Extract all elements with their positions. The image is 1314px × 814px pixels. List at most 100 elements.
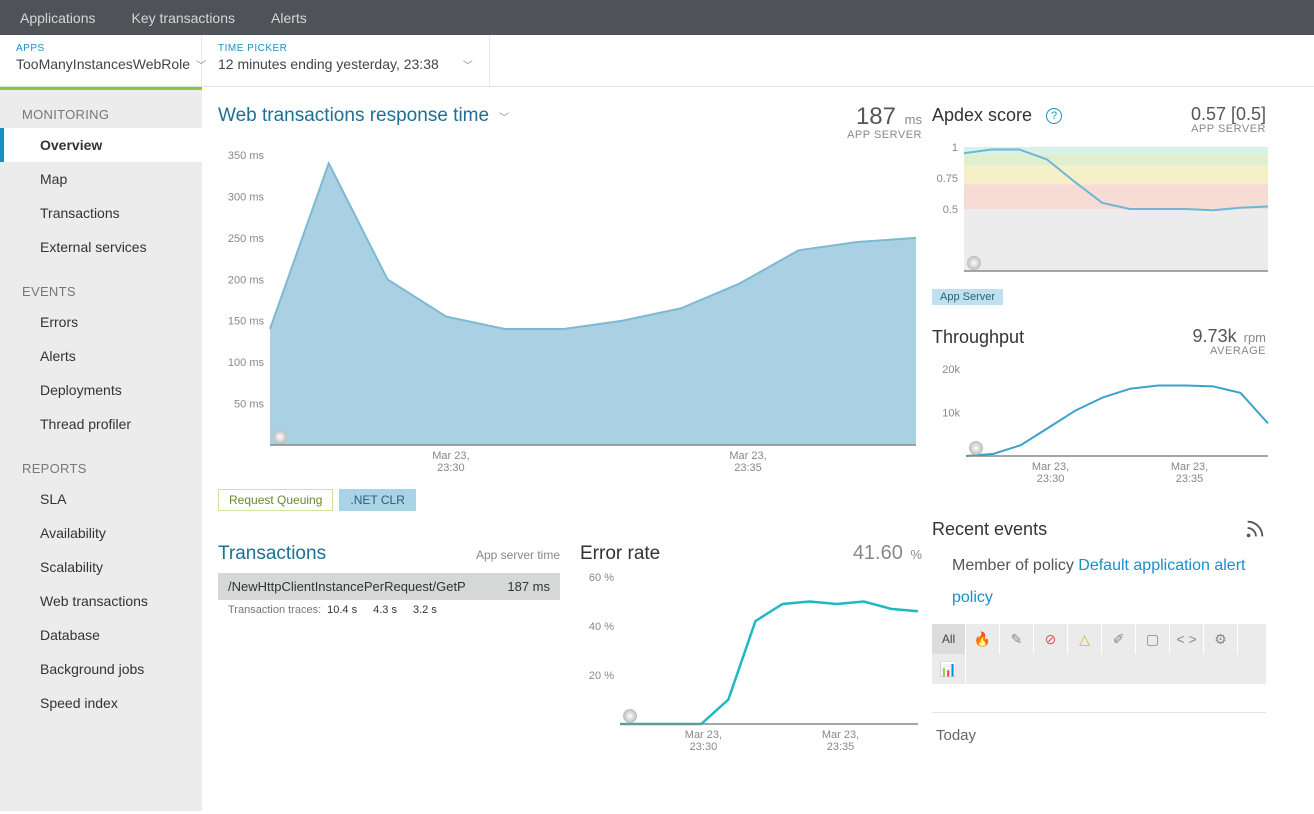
event-filter-7[interactable]: < > — [1170, 624, 1204, 654]
nav-applications[interactable]: Applications — [20, 10, 96, 26]
sidebar: MONITORINGOverviewMapTransactionsExterna… — [0, 87, 202, 811]
throughput-sub: AVERAGE — [1193, 345, 1266, 357]
event-filter-6[interactable]: ▢ — [1136, 624, 1170, 654]
apdex-value: 0.57 [0.5] — [1191, 105, 1266, 123]
svg-text:23:30: 23:30 — [437, 462, 465, 474]
svg-text:10k: 10k — [942, 408, 960, 420]
svg-text:Mar 23,: Mar 23, — [1032, 461, 1069, 473]
svg-text:100 ms: 100 ms — [228, 357, 265, 369]
throughput-chart[interactable]: 10k20kMar 23,23:30Mar 23,23:35 — [932, 365, 1272, 490]
response-legend: Request Queuing .NET CLR — [218, 489, 922, 511]
svg-text:350 ms: 350 ms — [228, 150, 265, 162]
svg-text:Mar 23,: Mar 23, — [432, 450, 469, 462]
apdex-legend: App Server — [932, 289, 1003, 305]
legend--net-clr[interactable]: .NET CLR — [339, 489, 415, 511]
event-filter-row: All🔥✎⊘△✐▢< >⚙ 📊 — [932, 624, 1266, 684]
sidebar-item-availability[interactable]: Availability — [0, 516, 202, 550]
sidebar-item-web-transactions[interactable]: Web transactions — [0, 584, 202, 618]
sidebar-item-map[interactable]: Map — [0, 162, 202, 196]
time-picker[interactable]: TIME PICKER 12 minutes ending yesterday,… — [202, 35, 490, 86]
apdex-title: Apdex score? — [932, 105, 1062, 126]
svg-text:23:30: 23:30 — [690, 741, 718, 753]
sidebar-item-background-jobs[interactable]: Background jobs — [0, 652, 202, 686]
svg-text:23:35: 23:35 — [734, 462, 762, 474]
nav-alerts[interactable]: Alerts — [271, 10, 307, 26]
app-picker[interactable]: APPS TooManyInstancesWebRole﹀ — [0, 35, 202, 86]
event-filter-2[interactable]: ✎ — [1000, 624, 1034, 654]
sidebar-item-sla[interactable]: SLA — [0, 482, 202, 516]
time-picker-value: 12 minutes ending yesterday, 23:38 — [218, 56, 439, 72]
transactions-sub: App server time — [476, 548, 560, 562]
sidebar-item-transactions[interactable]: Transactions — [0, 196, 202, 230]
help-icon[interactable]: ? — [1046, 108, 1062, 124]
svg-text:23:35: 23:35 — [827, 741, 855, 753]
transaction-value: 187 ms — [507, 579, 550, 594]
event-filter-3[interactable]: ⊘ — [1034, 624, 1068, 654]
svg-text:Mar 23,: Mar 23, — [685, 729, 722, 741]
response-time-sub: APP SERVER — [847, 129, 922, 141]
nav-key-transactions[interactable]: Key transactions — [132, 10, 236, 26]
error-rate-value: 41.60 % — [853, 543, 922, 563]
svg-text:250 ms: 250 ms — [228, 233, 265, 245]
app-picker-label: APPS — [16, 43, 185, 54]
legend-request-queuing[interactable]: Request Queuing — [218, 489, 333, 511]
response-time-title[interactable]: Web transactions response time ﹀ — [218, 105, 509, 127]
svg-text:23:30: 23:30 — [1037, 473, 1065, 485]
app-status-indicator — [0, 87, 202, 90]
svg-text:300 ms: 300 ms — [228, 191, 265, 203]
transactions-title[interactable]: Transactions — [218, 543, 326, 565]
app-picker-value: TooManyInstancesWebRole — [16, 56, 190, 72]
sidebar-item-errors[interactable]: Errors — [0, 305, 202, 339]
sidebar-group: MONITORING — [0, 87, 202, 128]
sidebar-item-overview[interactable]: Overview — [0, 128, 202, 162]
svg-text:150 ms: 150 ms — [228, 316, 265, 328]
event-filter-5[interactable]: ✐ — [1102, 624, 1136, 654]
throughput-value: 9.73k rpm — [1193, 327, 1266, 345]
sidebar-item-thread-profiler[interactable]: Thread profiler — [0, 407, 202, 441]
transaction-traces: Transaction traces:10.4 s4.3 s3.2 s — [218, 600, 560, 620]
svg-text:20k: 20k — [942, 365, 960, 376]
events-today-label: Today — [932, 712, 1266, 744]
transaction-row[interactable]: /NewHttpClientInstancePerRequest/GetP 18… — [218, 573, 560, 600]
sidebar-item-database[interactable]: Database — [0, 618, 202, 652]
event-filter-8[interactable]: ⚙ — [1204, 624, 1238, 654]
transaction-name: /NewHttpClientInstancePerRequest/GetP — [228, 579, 466, 594]
sidebar-item-external-services[interactable]: External services — [0, 230, 202, 264]
chevron-down-icon: ﹀ — [499, 109, 509, 124]
svg-text:Mar 23,: Mar 23, — [729, 450, 766, 462]
apdex-sub: APP SERVER — [1191, 123, 1266, 135]
svg-text:50 ms: 50 ms — [234, 399, 264, 411]
sidebar-item-deployments[interactable]: Deployments — [0, 373, 202, 407]
sidebar-group: EVENTS — [0, 264, 202, 305]
time-picker-label: TIME PICKER — [218, 43, 473, 54]
event-filter-0[interactable]: All — [932, 624, 966, 654]
response-time-value: 187 ms — [847, 105, 922, 129]
event-filter-4[interactable]: △ — [1068, 624, 1102, 654]
svg-text:200 ms: 200 ms — [228, 274, 265, 286]
sidebar-item-scalability[interactable]: Scalability — [0, 550, 202, 584]
throughput-title: Throughput — [932, 327, 1024, 348]
response-time-chart[interactable]: 50 ms 100 ms 150 ms 200 ms 250 ms 300 ms 350 m… — [218, 149, 922, 479]
top-nav: Applications Key transactions Alerts — [0, 0, 1314, 35]
error-rate-chart[interactable]: 20 %40 %60 %Mar 23,23:30Mar 23,23:35 — [580, 573, 922, 758]
svg-text:20 %: 20 % — [589, 670, 614, 682]
context-bar: APPS TooManyInstancesWebRole﹀ TIME PICKE… — [0, 35, 1314, 87]
sidebar-item-alerts[interactable]: Alerts — [0, 339, 202, 373]
event-filter-9[interactable]: 📊 — [932, 654, 966, 684]
sidebar-group: REPORTS — [0, 441, 202, 482]
svg-text:40 %: 40 % — [589, 621, 614, 633]
svg-text:0.5: 0.5 — [943, 204, 958, 216]
policy-text: Member of policy Default application ale… — [932, 550, 1266, 614]
chevron-down-icon: ﹀ — [463, 57, 473, 72]
error-rate-title[interactable]: Error rate — [580, 543, 660, 565]
event-filter-1[interactable]: 🔥 — [966, 624, 1000, 654]
svg-text:1: 1 — [952, 143, 958, 154]
recent-events-title: Recent events — [932, 519, 1047, 540]
svg-text:Mar 23,: Mar 23, — [1171, 461, 1208, 473]
apdex-chart[interactable]: 0.5 0.75 1 — [932, 143, 1272, 283]
sidebar-item-speed-index[interactable]: Speed index — [0, 686, 202, 720]
svg-text:23:35: 23:35 — [1176, 473, 1204, 485]
svg-text:0.75: 0.75 — [937, 173, 958, 185]
svg-text:60 %: 60 % — [589, 573, 614, 584]
rss-icon[interactable] — [1244, 518, 1266, 540]
